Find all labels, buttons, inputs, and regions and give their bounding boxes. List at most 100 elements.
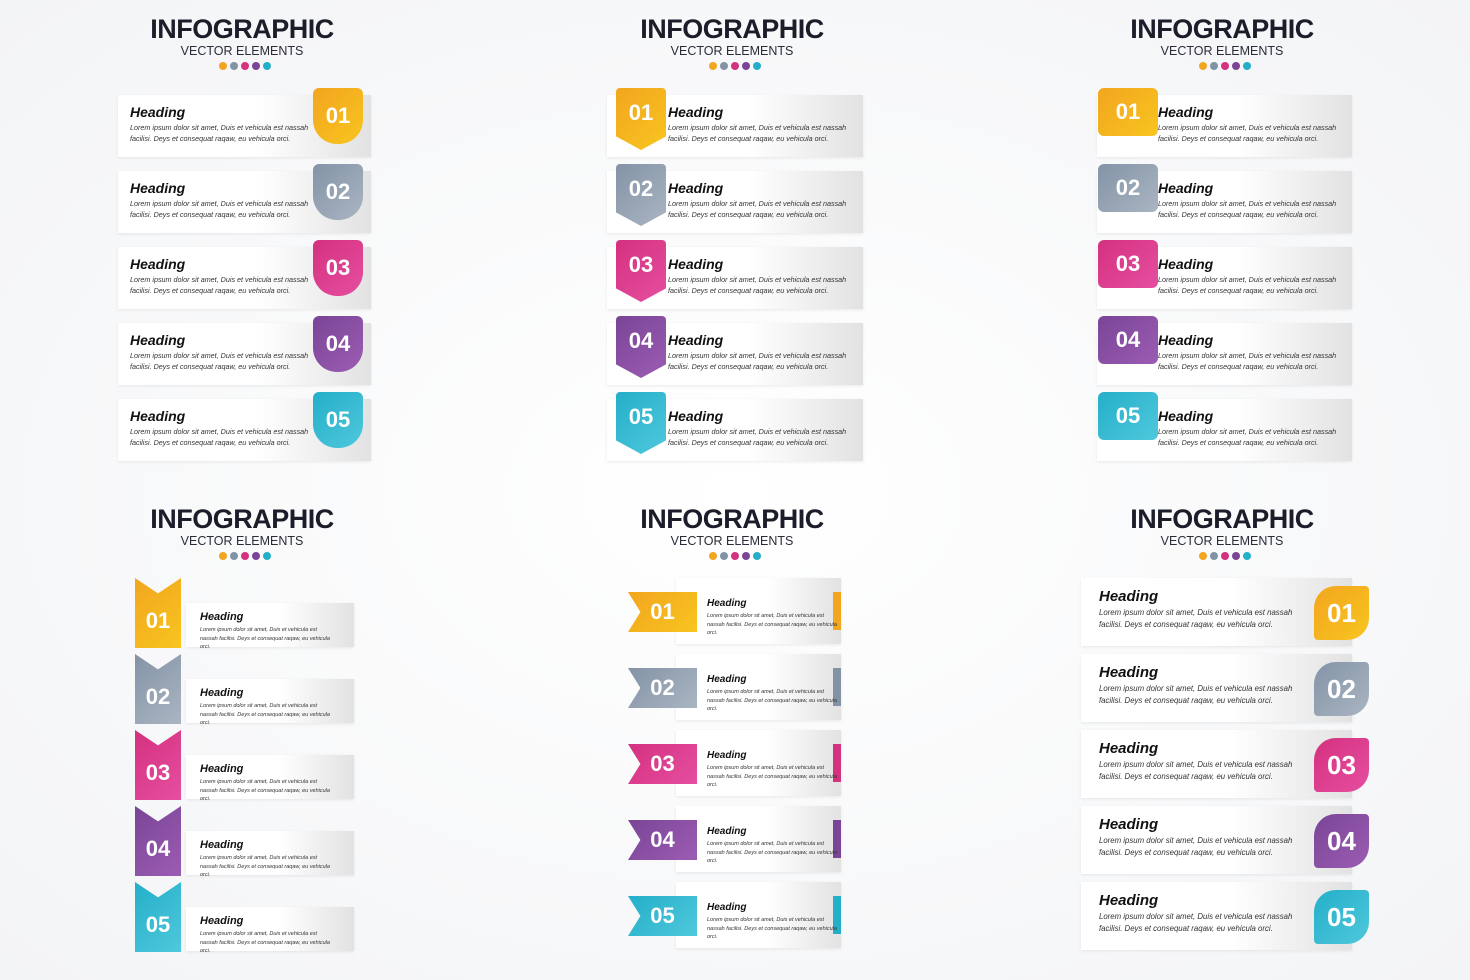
step-description: Lorem ipsum dolor sit amet, Duis et vehi… <box>200 931 330 955</box>
color-dot <box>1243 62 1251 70</box>
color-dot <box>241 552 249 560</box>
step-heading: Heading <box>707 598 747 609</box>
step-heading: Heading <box>1158 256 1214 272</box>
step-description: Lorem ipsum dolor sit amet, Duis et vehi… <box>1099 684 1293 706</box>
color-dot <box>720 62 728 70</box>
step-heading: Heading <box>668 408 724 424</box>
step-number-badge: 04 <box>1098 316 1158 364</box>
step-number-badge: 02 <box>1098 164 1158 212</box>
color-dot <box>753 62 761 70</box>
step-heading: Heading <box>1099 588 1159 605</box>
step-heading: Heading <box>707 902 747 913</box>
color-dot <box>753 552 761 560</box>
step-number-badge: 04 <box>628 820 697 860</box>
step-description: Lorem ipsum dolor sit amet, Duis et vehi… <box>1158 275 1337 296</box>
step-number-badge: 03 <box>135 730 181 800</box>
step-heading: Heading <box>200 611 244 623</box>
step-heading: Heading <box>130 256 186 272</box>
panel-title: INFOGRAPHIC <box>1130 504 1314 534</box>
color-dot <box>709 62 717 70</box>
color-dot <box>219 62 227 70</box>
color-dot <box>731 552 739 560</box>
step-description: Lorem ipsum dolor sit amet, Duis et vehi… <box>130 351 309 372</box>
step-heading: Heading <box>668 332 724 348</box>
color-dot <box>263 552 271 560</box>
step-heading: Heading <box>130 332 186 348</box>
step-number-badge: 04 <box>135 806 181 876</box>
step-heading: Heading <box>1158 104 1214 120</box>
step-heading: Heading <box>707 826 747 837</box>
step-number-badge: 04 <box>313 316 363 372</box>
step-description: Lorem ipsum dolor sit amet, Duis et vehi… <box>668 427 847 448</box>
color-dot <box>742 62 750 70</box>
color-dot <box>1199 62 1207 70</box>
panel-title: INFOGRAPHIC <box>1130 14 1314 44</box>
step-heading: Heading <box>1099 740 1159 757</box>
step-description: Lorem ipsum dolor sit amet, Duis et vehi… <box>1099 912 1293 934</box>
color-dot <box>709 552 717 560</box>
color-dot <box>263 62 271 70</box>
step-number-badge: 03 <box>313 240 363 296</box>
step-description: Lorem ipsum dolor sit amet, Duis et vehi… <box>668 275 847 296</box>
step-description: Lorem ipsum dolor sit amet, Duis et vehi… <box>200 855 330 879</box>
step-description: Lorem ipsum dolor sit amet, Duis et vehi… <box>1158 351 1337 372</box>
color-dots <box>219 62 271 70</box>
step-number-badge: 01 <box>1098 88 1158 136</box>
step-number-badge: 02 <box>628 668 697 708</box>
step-description: Lorem ipsum dolor sit amet, Duis et vehi… <box>200 627 330 651</box>
step-number-badge: 05 <box>1314 890 1369 944</box>
panel-subtitle: VECTOR ELEMENTS <box>180 44 304 58</box>
color-dots <box>1199 552 1251 560</box>
panel-subtitle: VECTOR ELEMENTS <box>1160 44 1284 58</box>
step-number-badge: 02 <box>1314 662 1369 716</box>
color-dot <box>1210 552 1218 560</box>
step-number-badge: 01 <box>1314 586 1369 640</box>
step-number-badge: 03 <box>1098 240 1158 288</box>
panel-title: INFOGRAPHIC <box>150 504 334 534</box>
color-dot <box>1221 552 1229 560</box>
step-number-badge: 02 <box>313 164 363 220</box>
step-description: Lorem ipsum dolor sit amet, Duis et vehi… <box>707 689 837 713</box>
step-heading: Heading <box>668 104 724 120</box>
step-description: Lorem ipsum dolor sit amet, Duis et vehi… <box>707 917 837 941</box>
step-heading: Heading <box>707 750 747 761</box>
step-description: Lorem ipsum dolor sit amet, Duis et vehi… <box>130 199 309 220</box>
step-number-badge: 02 <box>135 654 181 724</box>
color-dot <box>1221 62 1229 70</box>
step-heading: Heading <box>1158 180 1214 196</box>
color-dot <box>1232 552 1240 560</box>
color-dot <box>252 552 260 560</box>
color-dot <box>230 62 238 70</box>
step-heading: Heading <box>668 256 724 272</box>
color-dot <box>1210 62 1218 70</box>
color-dot <box>1199 552 1207 560</box>
step-number-badge: 03 <box>1314 738 1369 792</box>
step-heading: Heading <box>200 915 244 927</box>
panel-title: INFOGRAPHIC <box>640 504 824 534</box>
panel-title: INFOGRAPHIC <box>640 14 824 44</box>
step-number-badge: 01 <box>135 578 181 648</box>
step-description: Lorem ipsum dolor sit amet, Duis et vehi… <box>1158 427 1337 448</box>
step-heading: Heading <box>130 408 186 424</box>
panel-subtitle: VECTOR ELEMENTS <box>1160 534 1284 548</box>
step-description: Lorem ipsum dolor sit amet, Duis et vehi… <box>1158 123 1337 144</box>
step-heading: Heading <box>1158 408 1214 424</box>
step-description: Lorem ipsum dolor sit amet, Duis et vehi… <box>668 351 847 372</box>
color-dot <box>1232 62 1240 70</box>
step-heading: Heading <box>200 839 244 851</box>
step-description: Lorem ipsum dolor sit amet, Duis et vehi… <box>130 123 309 144</box>
color-dot <box>219 552 227 560</box>
color-dot <box>1243 552 1251 560</box>
step-heading: Heading <box>1099 892 1159 909</box>
color-dot <box>241 62 249 70</box>
step-heading: Heading <box>707 674 747 685</box>
color-dots <box>1199 62 1251 70</box>
step-number-badge: 01 <box>628 592 697 632</box>
color-dot <box>252 62 260 70</box>
panel-title: INFOGRAPHIC <box>150 14 334 44</box>
step-heading: Heading <box>1099 816 1159 833</box>
step-description: Lorem ipsum dolor sit amet, Duis et vehi… <box>1099 836 1293 858</box>
panel-subtitle: VECTOR ELEMENTS <box>180 534 304 548</box>
step-description: Lorem ipsum dolor sit amet, Duis et vehi… <box>130 275 309 296</box>
step-heading: Heading <box>130 104 186 120</box>
